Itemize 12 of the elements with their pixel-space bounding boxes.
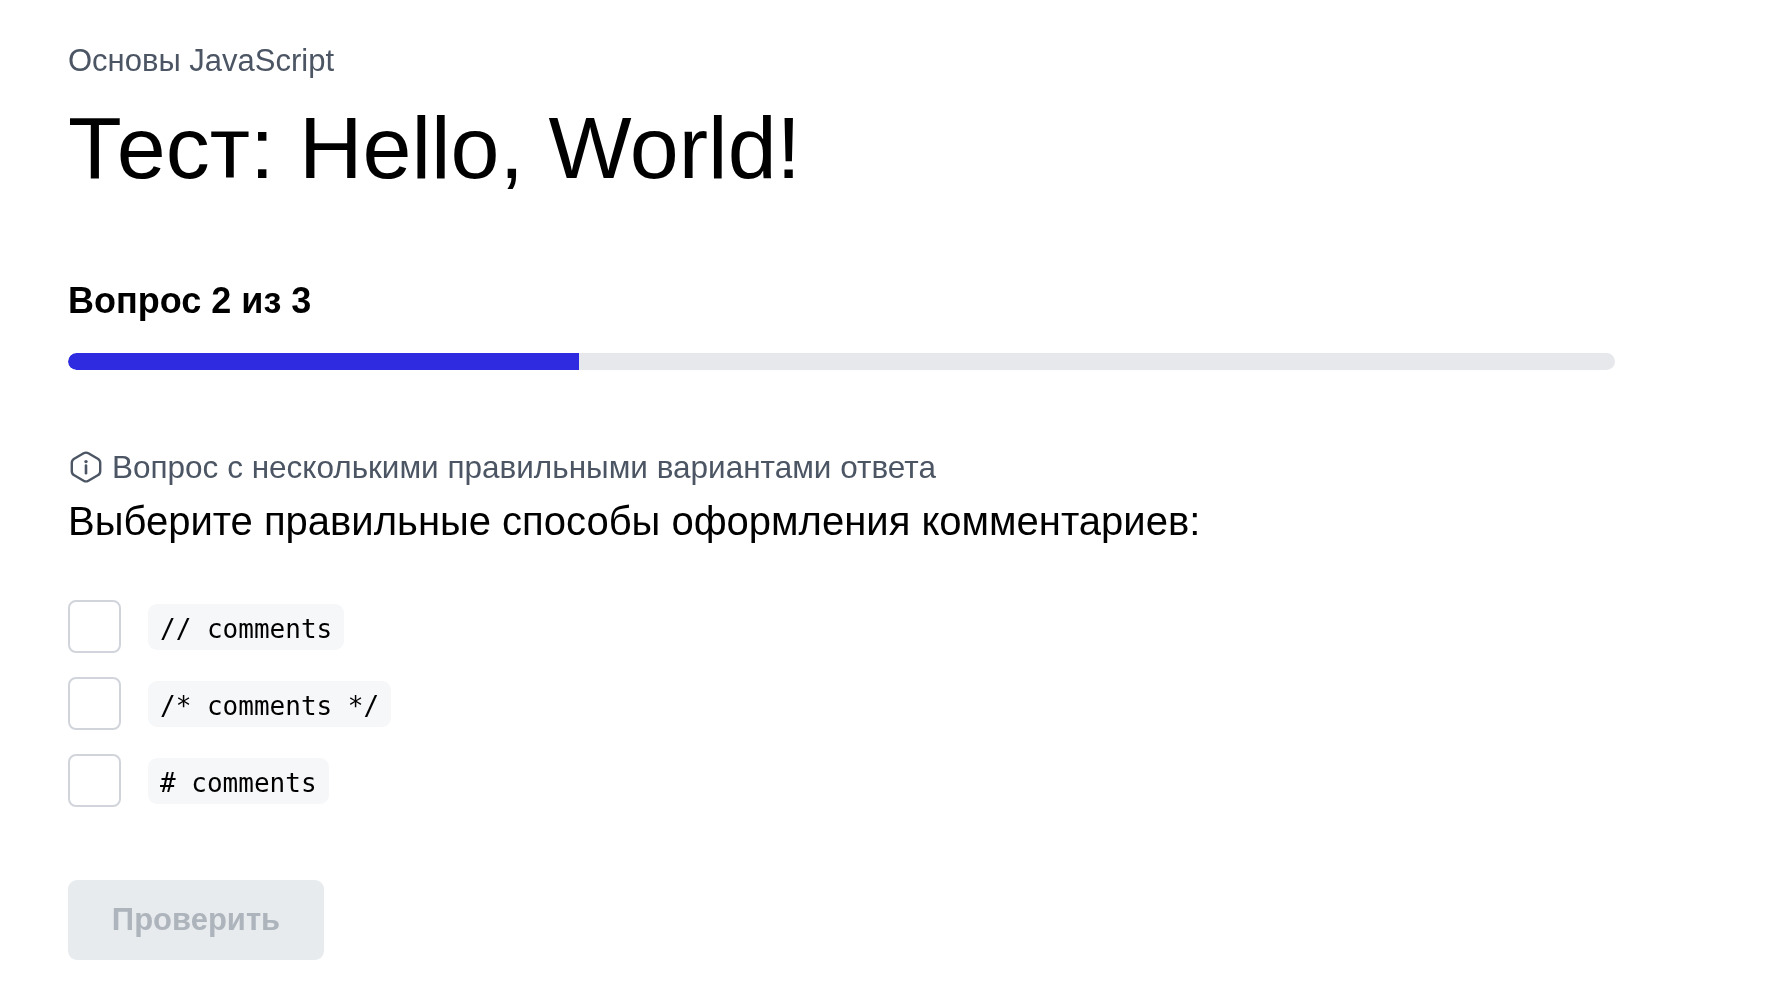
code-snippet: // comments	[148, 603, 345, 650]
question-hint: Вопрос с несколькими правильными вариантами ответа	[112, 448, 936, 486]
page-title: Тест: Hello, World!	[68, 97, 802, 199]
checkbox[interactable]	[68, 754, 121, 807]
checkbox[interactable]	[68, 600, 121, 653]
breadcrumb-link[interactable]: Основы JavaScript	[68, 43, 335, 79]
progress-label: Вопрос 2 из 3	[68, 280, 312, 322]
code-snippet: # comments	[148, 757, 329, 804]
checkbox[interactable]	[68, 677, 121, 730]
info-icon	[70, 451, 102, 483]
question-text: Выберите правильные способы оформления комментариев:	[68, 498, 1201, 545]
code-snippet: /* comments */	[148, 680, 392, 727]
